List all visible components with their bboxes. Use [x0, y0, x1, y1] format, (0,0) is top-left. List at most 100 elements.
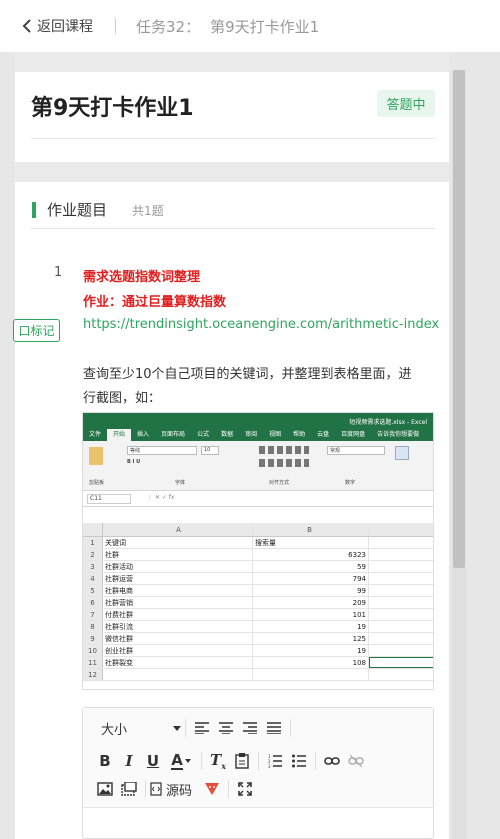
caret-down-icon — [173, 721, 181, 736]
paste-text-icon[interactable] — [230, 749, 254, 773]
bold-icon[interactable]: B — [93, 749, 117, 773]
unlink-icon[interactable] — [344, 749, 368, 773]
table-row: 4 社群运营 794 — [83, 573, 433, 585]
table-row: 10 创业社群 19 — [83, 645, 433, 657]
table-row: 2 社群 6323 — [83, 549, 433, 561]
question-body-line-1: 查询至少10个自己项目的关键词，并整理到表格里面，进 — [83, 367, 412, 382]
conditional-format-icon — [395, 446, 409, 460]
excel-ribbon: 等线 10 B I U 常规 剪贴板 字体 对齐方式 数字 — [83, 441, 433, 491]
top-bar: 返回课程 任务32： 第9天打卡作业1 — [0, 0, 500, 52]
section-accent-bar — [32, 202, 36, 218]
table-row: 3 社群活动 59 — [83, 561, 433, 573]
italic-icon[interactable]: I — [117, 749, 141, 773]
table-row: 1 关键词 搜索量 — [83, 537, 433, 549]
editor-toolbar: 大小 B I U A Tx 123 源码 — [83, 708, 433, 808]
excel-tab: 文件 — [89, 431, 102, 438]
fullscreen-icon[interactable] — [233, 777, 257, 801]
title-block: 第9天打卡作业1 答题中 — [15, 72, 449, 162]
emoji-icon[interactable] — [200, 777, 224, 801]
status-badge: 答题中 — [377, 90, 435, 117]
page-title: 第9天打卡作业1 — [31, 96, 194, 121]
section-header: 作业题目 共1题 — [15, 182, 449, 230]
align-center-icon[interactable] — [214, 716, 238, 740]
table-row: 11 社群裂变 108 — [83, 657, 433, 669]
excel-screenshot: 短视频需求选题.xlsx - Excel 文件 开始 插入 页面布局 公式 数据… — [82, 412, 434, 690]
mark-button[interactable]: 口标记 — [13, 319, 60, 342]
excel-tab: 视图 — [269, 431, 282, 438]
underline-icon[interactable]: U — [141, 749, 165, 773]
ribbon-group-label: 字体 — [175, 480, 186, 486]
scrollbar[interactable] — [452, 70, 466, 839]
excel-tab: 百度网盘 — [341, 431, 366, 438]
card-top-strip — [15, 52, 449, 72]
align-icon — [259, 446, 309, 454]
multi-image-icon[interactable] — [117, 777, 141, 801]
column-header: A — [103, 523, 253, 536]
excel-formula-bar: C11 ⋮ ✕ ✓ fx — [83, 491, 433, 507]
section-title: 作业题目 — [47, 201, 108, 219]
excel-grid: A B 1 关键词 搜索量 2 社群 6323 3 社群活动 59 4 社群运营 794 5 社群… — [83, 523, 433, 681]
selected-cell — [369, 657, 433, 668]
table-row: 7 付费社群 101 — [83, 609, 433, 621]
font-color-icon[interactable]: A — [165, 749, 197, 773]
title-divider — [31, 138, 435, 139]
ribbon-group-label: 对齐方式 — [269, 480, 290, 486]
question-link[interactable]: https://trendinsight.oceanengine.com/ari… — [83, 317, 439, 332]
align-left-icon[interactable] — [190, 716, 214, 740]
link-icon[interactable] — [320, 749, 344, 773]
excel-column-headers: A B — [83, 523, 433, 537]
bullet-list-icon[interactable] — [287, 749, 311, 773]
question-body-line-2: 行截图，如： — [83, 391, 162, 406]
question-count: 共1题 — [132, 204, 164, 218]
excel-tab: 公式 — [197, 431, 210, 438]
task-label: 任务32： — [136, 17, 201, 36]
back-button[interactable]: 返回课程 — [20, 16, 93, 36]
back-label: 返回课程 — [37, 19, 93, 35]
font-size-select[interactable]: 大小 — [93, 716, 181, 740]
ordered-list-icon[interactable]: 123 — [263, 749, 287, 773]
excel-file-title: 短视频需求选题.xlsx - Excel — [349, 419, 427, 426]
excel-font-name: 等线 — [127, 446, 197, 455]
question-task: 作业：通过巨量算数指数 — [83, 295, 227, 310]
paste-icon — [89, 447, 103, 465]
answer-editor[interactable]: 大小 B I U A Tx 123 源码 — [82, 707, 434, 839]
excel-tab: 审阅 — [245, 431, 258, 438]
align-justify-icon[interactable] — [262, 716, 286, 740]
excel-ribbon-tabs: 文件 开始 插入 页面布局 公式 数据 审阅 视图 帮助 云盘 百度网盘 告诉我… — [83, 429, 433, 441]
chevron-left-icon — [20, 19, 34, 33]
excel-tab: 页面布局 — [161, 431, 186, 438]
source-code-button[interactable]: 源码 — [150, 777, 200, 801]
section-gap — [15, 162, 449, 182]
question-number: 1 — [54, 265, 63, 280]
source-code-icon — [150, 782, 162, 796]
excel-tab: 云盘 — [317, 431, 330, 438]
ribbon-group-label: 剪贴板 — [89, 480, 105, 486]
task-title: 第9天打卡作业1 — [210, 17, 320, 36]
formula-icons: ⋮ ✕ ✓ fx — [147, 494, 175, 501]
align-icon — [259, 459, 309, 467]
source-code-label: 源码 — [166, 783, 193, 799]
table-row: 12 — [83, 669, 433, 681]
excel-number-format: 常规 — [327, 446, 385, 455]
section-divider — [30, 228, 435, 229]
clear-format-icon[interactable]: Tx — [206, 749, 230, 773]
scroll-thumb[interactable] — [453, 70, 465, 568]
ribbon-group-label: 数字 — [345, 480, 356, 486]
excel-tab: 插入 — [137, 431, 150, 438]
excel-cell-ref: C11 — [87, 494, 131, 504]
excel-font-size: 10 — [201, 446, 219, 455]
table-row: 8 社群引流 19 — [83, 621, 433, 633]
excel-tab: 数据 — [221, 431, 234, 438]
excel-title-bar: 短视频需求选题.xlsx - Excel — [83, 413, 433, 429]
image-icon[interactable] — [93, 777, 117, 801]
excel-tab: 帮助 — [293, 431, 306, 438]
divider — [115, 18, 116, 34]
table-row: 6 社群营销 209 — [83, 597, 433, 609]
font-size-label: 大小 — [101, 722, 128, 738]
svg-text:3: 3 — [268, 764, 271, 768]
question-heading: 需求选题指数词整理 — [83, 270, 201, 285]
bold-icon: B I U — [127, 459, 141, 465]
excel-tab: 告诉我你想要做 — [377, 431, 420, 438]
excel-tab: 开始 — [107, 429, 132, 441]
align-right-icon[interactable] — [238, 716, 262, 740]
